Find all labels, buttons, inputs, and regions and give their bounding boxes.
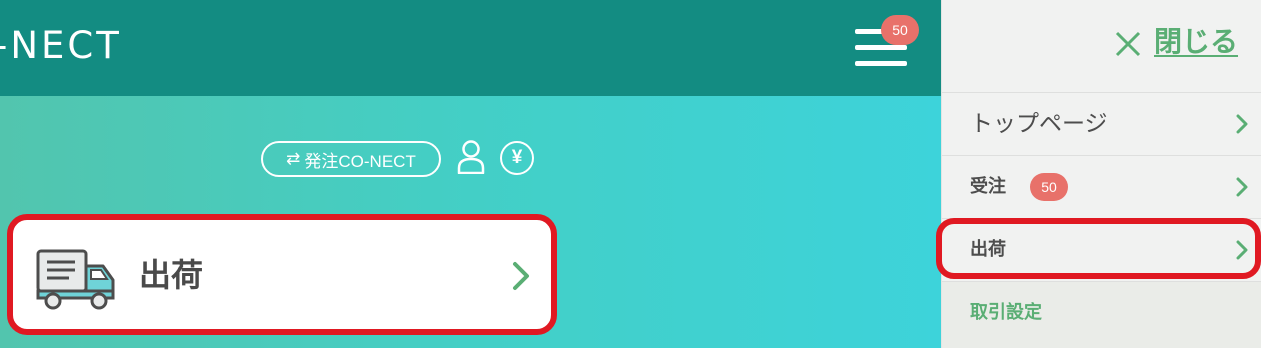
shipping-card-label: 出荷 (139, 256, 204, 294)
close-menu-button[interactable]: 閉じる (942, 0, 1261, 90)
menu-item-top-page[interactable]: トップページ (942, 92, 1261, 154)
notification-badge: 50 (881, 15, 919, 45)
close-icon (1115, 31, 1141, 57)
chevron-right-icon (1236, 177, 1248, 197)
orders-count-badge: 50 (1030, 173, 1068, 201)
app-logo[interactable]: -NECT (0, 24, 122, 68)
close-menu-label: 閉じる (1154, 25, 1239, 58)
shipping-card[interactable]: 出荷 (7, 214, 557, 335)
switch-service-button[interactable]: ⇄ 発注CO-NECT (261, 141, 441, 177)
menu-item-orders[interactable]: 受注 50 (942, 155, 1261, 217)
chevron-right-icon (1236, 240, 1248, 260)
chevron-right-icon (513, 262, 529, 290)
menu-item-shipping[interactable]: 出荷 (942, 218, 1261, 280)
chevron-right-icon (1236, 114, 1248, 134)
content-area: ⇄ 発注CO-NECT ¥ 出荷 (0, 96, 941, 348)
swap-arrows-icon: ⇄ (286, 149, 301, 168)
main-area: -NECT 50 ⇄ 発注CO-NECT ¥ 出荷 (0, 0, 941, 348)
app-header: -NECT 50 (0, 0, 941, 96)
menu-item-label: 出荷 (970, 239, 1006, 260)
menu-item-label: トップページ (970, 111, 1108, 137)
hamburger-bar-icon (855, 45, 907, 50)
menu-item-trade-settings[interactable]: 取引設定 (942, 281, 1261, 348)
yen-icon[interactable]: ¥ (500, 141, 534, 175)
switch-service-label: 発注CO-NECT (304, 151, 416, 171)
menu-item-label: 受注 (970, 176, 1006, 197)
truck-icon (36, 249, 115, 310)
side-menu: 閉じる トップページ 受注 50 出荷 取引設定 (941, 0, 1261, 348)
user-icon[interactable] (457, 140, 485, 174)
hamburger-bar-icon (855, 61, 907, 66)
menu-item-label: 取引設定 (970, 302, 1042, 323)
